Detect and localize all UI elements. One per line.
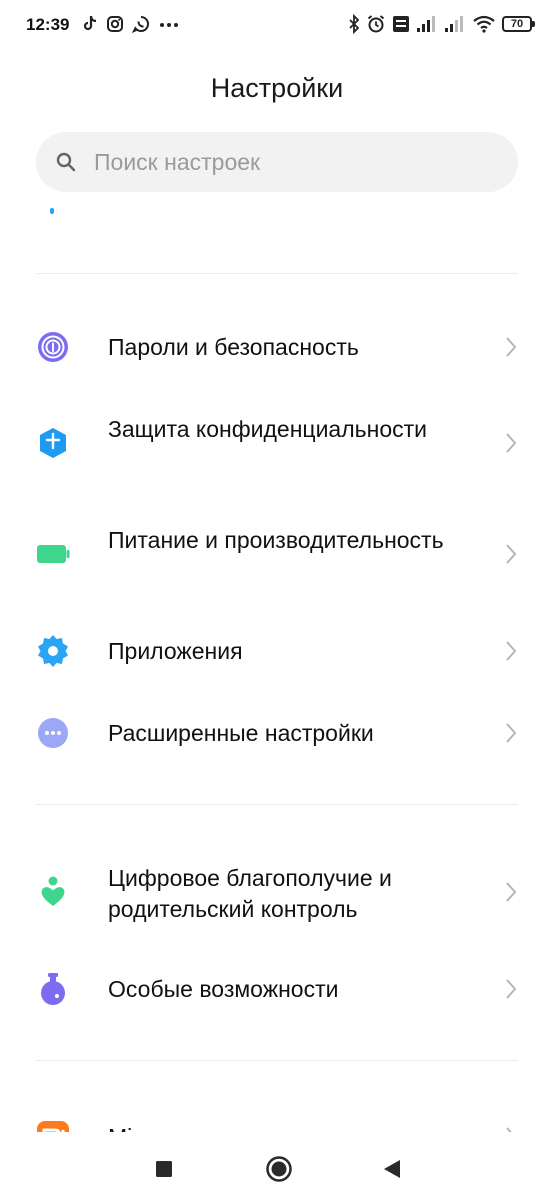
wifi-icon (473, 15, 495, 33)
signal-icon-1 (417, 16, 435, 32)
search-icon (56, 152, 76, 172)
settings-item-power[interactable]: Питание и производительность (0, 513, 554, 597)
chevron-right-icon (506, 979, 517, 999)
navigation-bar (0, 1132, 554, 1200)
signal-icon-2 (445, 16, 463, 32)
chevron-right-icon (506, 544, 517, 564)
system-status-icons: 70 (348, 14, 535, 34)
section-divider (36, 804, 518, 805)
fingerprint-icon (38, 332, 68, 362)
notification-icons (82, 15, 180, 33)
settings-item-label: Питание и производительность (108, 527, 444, 553)
tiktok-icon (83, 15, 97, 31)
more-notifications-icon (160, 23, 178, 27)
chevron-right-icon (506, 337, 517, 357)
status-time: 12:39 (26, 15, 70, 34)
section-divider (36, 273, 518, 274)
search-input[interactable] (94, 132, 494, 192)
settings-item-apps[interactable]: Приложения (0, 616, 554, 686)
settings-item-label: Цифровое благополучие и родительский кон… (108, 865, 392, 922)
settings-item-label: Расширенные настройки (108, 720, 374, 746)
wellbeing-icon (41, 876, 65, 906)
settings-item-accessibility[interactable]: Особые возможности (0, 954, 554, 1024)
settings-item-advanced[interactable]: Расширенные настройки (0, 698, 554, 768)
settings-item-label: Пароли и безопасность (108, 334, 359, 360)
instagram-icon (107, 16, 123, 32)
chevron-right-icon (506, 723, 517, 743)
privacy-shield-icon (40, 428, 66, 458)
chevron-right-icon (506, 641, 517, 661)
settings-item-passwords-security[interactable]: Пароли и безопасность (0, 312, 554, 382)
chevron-right-icon (506, 433, 517, 453)
settings-item-wellbeing[interactable]: Цифровое благополучие и родительский кон… (0, 851, 554, 935)
home-button[interactable] (265, 1155, 293, 1183)
accessibility-flask-icon (41, 973, 65, 1005)
chevron-right-icon (506, 882, 517, 902)
recents-button[interactable] (155, 1160, 173, 1178)
settings-item-label: Приложения (108, 638, 243, 664)
settings-item-label: Особые возможности (108, 976, 339, 1002)
partial-item-icon (50, 208, 54, 214)
volte-icon (393, 16, 409, 32)
whatsapp-icon (132, 16, 149, 33)
settings-item-privacy[interactable]: Защита конфиденциальности (0, 402, 554, 486)
bluetooth-icon (349, 14, 360, 34)
battery-indicator: 70 (502, 16, 535, 32)
back-button[interactable] (382, 1158, 402, 1180)
page-title: Настройки (210, 73, 344, 103)
settings-screen: 12:39 70 Настройки Поиск настроек Пароли… (0, 0, 554, 1200)
search-bar[interactable] (36, 132, 518, 192)
status-bar: 12:39 70 (0, 0, 554, 52)
gear-icon (38, 635, 68, 667)
alarm-icon (367, 15, 385, 33)
section-divider (36, 1060, 518, 1061)
battery-icon (37, 545, 70, 563)
more-dots-icon (38, 718, 68, 748)
settings-item-label: Защита конфиденциальности (108, 416, 428, 442)
